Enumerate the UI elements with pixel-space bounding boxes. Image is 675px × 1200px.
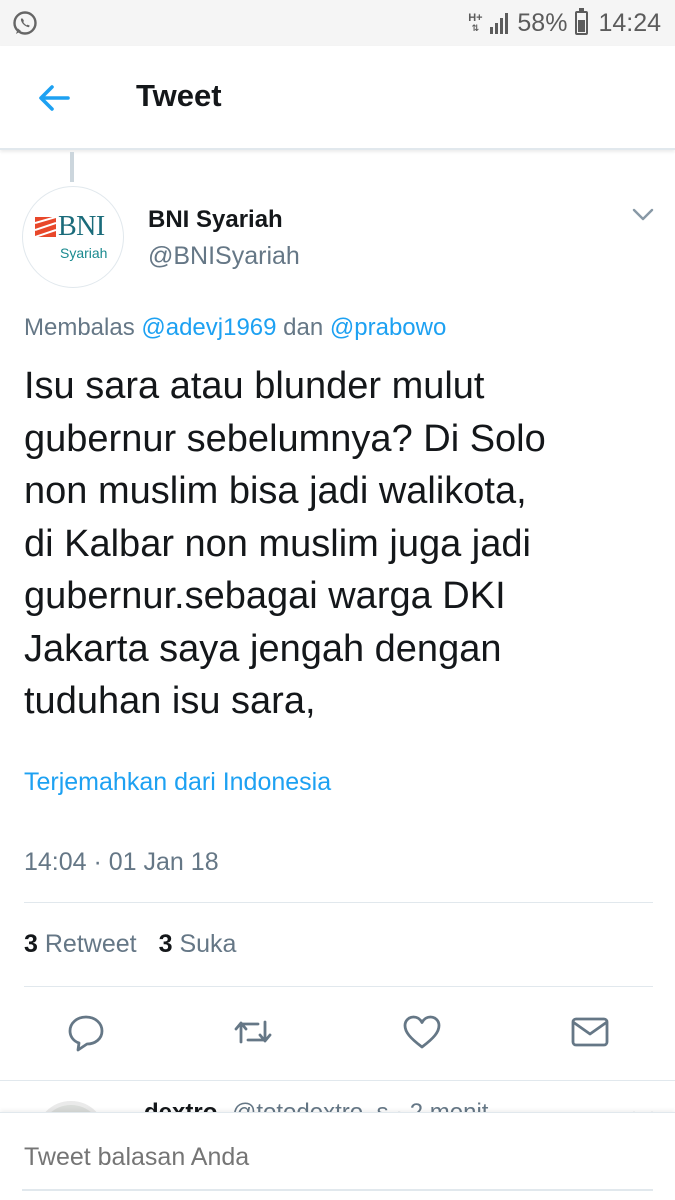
mention-link[interactable]: @prabowo xyxy=(330,314,446,341)
tweet-text-line: tuduhan isu sara, xyxy=(24,680,316,722)
divider xyxy=(24,986,653,987)
input-underline xyxy=(22,1189,653,1191)
retweet-label: Retweet xyxy=(44,930,137,958)
avatar[interactable]: BNI Syariah xyxy=(22,186,124,288)
tweet-text-line: Isu sara atau blunder mulut xyxy=(24,365,485,407)
author-handle[interactable]: @BNISyariah xyxy=(148,242,300,271)
like-stat[interactable]: 3 Suka xyxy=(159,930,237,959)
status-bar: H+ ⇅ 58% 14:24 xyxy=(0,0,675,46)
tweet-text-line: Jakarta saya jengah dengan xyxy=(24,627,502,670)
tweet-text: Isu sara atau blunder mulut gubernur seb… xyxy=(24,360,654,728)
whatsapp-icon xyxy=(13,11,37,35)
tweet-text-line: di Kalbar non muslim juga jadi xyxy=(24,522,531,565)
battery-percent: 58% xyxy=(517,8,568,37)
reply-input[interactable] xyxy=(24,1143,624,1172)
arrow-left-icon[interactable] xyxy=(34,78,74,118)
thread-connector xyxy=(70,152,74,182)
retweet-icon[interactable] xyxy=(231,1010,275,1054)
like-label: Suka xyxy=(179,930,237,958)
mention-link[interactable]: @adevj1969 xyxy=(141,314,276,341)
translate-link[interactable]: Terjemahkan dari Indonesia xyxy=(24,768,331,797)
tweet-actions xyxy=(0,1010,675,1060)
bni-logo-mark xyxy=(35,217,56,237)
reply-prefix: Membalas xyxy=(24,314,142,341)
logo-text: BNI xyxy=(58,211,105,242)
reply-context: Membalas @adevj1969 dan @prabowo xyxy=(24,314,446,342)
chevron-down-icon[interactable] xyxy=(630,204,656,224)
tweet-text-line: gubernur.sebagai warga DKI xyxy=(24,575,506,617)
logo-subtext: Syariah xyxy=(60,245,108,261)
reply-icon[interactable] xyxy=(64,1010,108,1054)
tweet-stats: 3 Retweet 3 Suka xyxy=(24,930,236,959)
like-icon[interactable] xyxy=(400,1010,444,1054)
tweet-text-line: gubernur sebelumnya? Di Solo xyxy=(24,417,546,460)
status-icons: H+ ⇅ 58% 14:24 xyxy=(467,8,661,38)
retweet-count: 3 xyxy=(24,930,38,958)
clock: 14:24 xyxy=(598,8,661,37)
author-name[interactable]: BNI Syariah xyxy=(148,206,283,234)
app-header: Tweet xyxy=(0,46,675,150)
battery-icon xyxy=(575,8,589,35)
tweet-text-line: non muslim bisa jadi walikota, xyxy=(24,470,527,512)
tweet-timestamp: 14:04 · 01 Jan 18 xyxy=(24,848,219,876)
page-title: Tweet xyxy=(136,78,222,113)
reply-tweet[interactable]: dextro @totodextro_s · 2 menit xyxy=(0,1080,675,1114)
reply-composer xyxy=(0,1112,675,1200)
like-count: 3 xyxy=(158,930,173,958)
reply-joiner: dan xyxy=(276,314,330,341)
direct-message-icon[interactable] xyxy=(568,1010,612,1054)
network-type: H+ ⇅ xyxy=(468,12,483,34)
retweet-stat[interactable]: 3 Retweet xyxy=(24,930,137,959)
divider xyxy=(24,902,653,903)
signal-icon xyxy=(490,13,509,34)
